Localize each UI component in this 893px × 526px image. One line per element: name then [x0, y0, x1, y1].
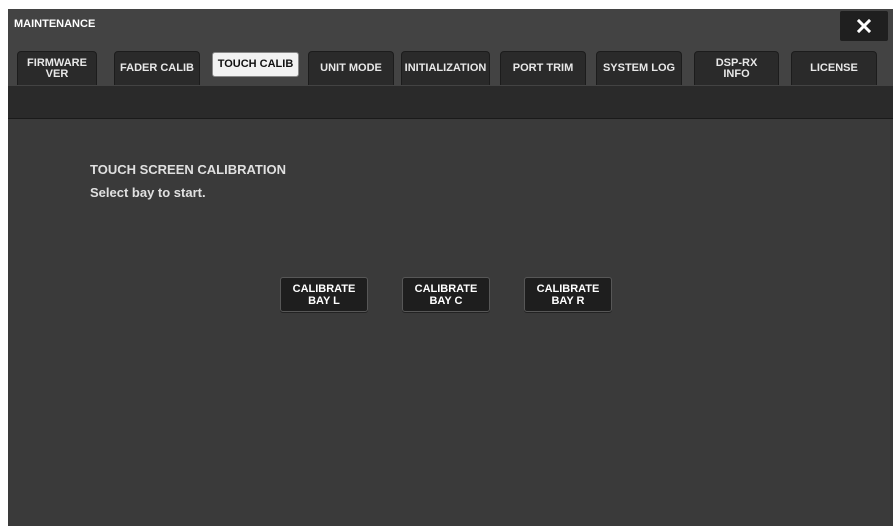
tab-unit-mode[interactable]: UNIT MODE [308, 51, 394, 85]
tab-port-trim[interactable]: PORT TRIM [500, 51, 586, 85]
tab-sub-bar [8, 86, 893, 119]
page-title: TOUCH SCREEN CALIBRATION [90, 162, 286, 177]
tab-firmware-ver[interactable]: FIRMWARE VER [17, 51, 97, 85]
tab-fader-calib[interactable]: FADER CALIB [114, 51, 200, 85]
maintenance-window: MAINTENANCE FIRMWARE VER FADER CALIB TOU… [8, 9, 893, 526]
tab-initialization[interactable]: INITIALIZATION [401, 51, 490, 85]
calibrate-bay-r-button[interactable]: CALIBRATE BAY R [524, 277, 612, 312]
close-button[interactable] [840, 11, 888, 41]
tab-strip: FIRMWARE VER FADER CALIB TOUCH CALIB UNI… [8, 41, 893, 86]
tab-system-log[interactable]: SYSTEM LOG [596, 51, 682, 85]
tab-dsp-rx-info[interactable]: DSP-RX INFO [694, 51, 779, 85]
title-bar: MAINTENANCE [8, 9, 893, 41]
calibrate-bay-l-button[interactable]: CALIBRATE BAY L [280, 277, 368, 312]
tab-touch-calib[interactable]: TOUCH CALIB [212, 52, 299, 77]
tab-license[interactable]: LICENSE [791, 51, 877, 85]
window-title: MAINTENANCE [14, 18, 96, 30]
close-x-icon [857, 19, 871, 33]
instruction-text: Select bay to start. [90, 185, 206, 200]
touch-calibration-panel: TOUCH SCREEN CALIBRATION Select bay to s… [8, 119, 893, 526]
calibrate-bay-c-button[interactable]: CALIBRATE BAY C [402, 277, 490, 312]
